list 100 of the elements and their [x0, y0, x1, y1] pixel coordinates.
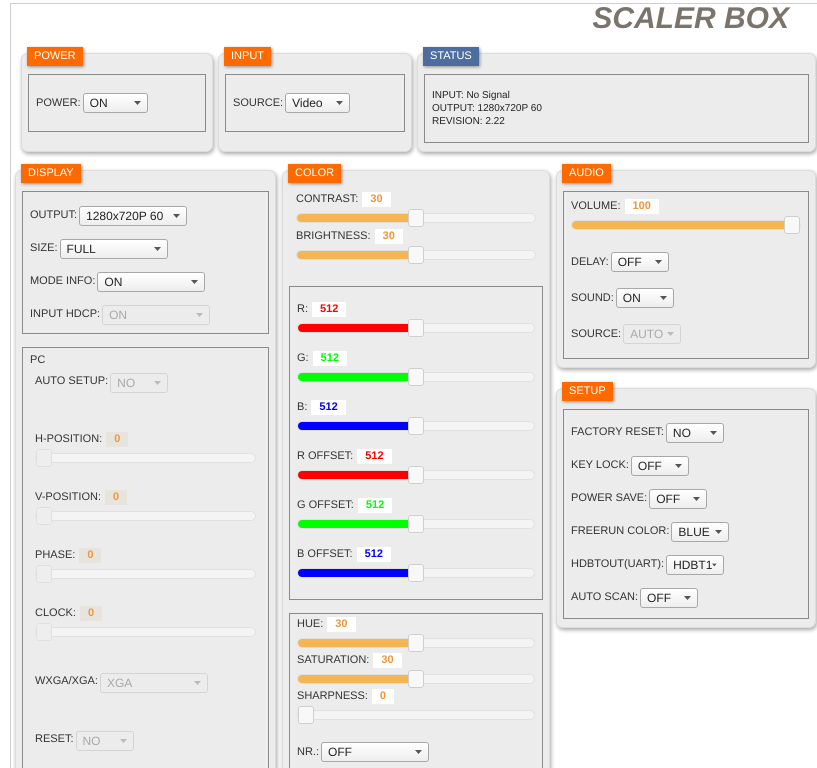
caret-icon	[693, 496, 700, 500]
caret-icon	[191, 280, 198, 284]
slider-thumb[interactable]	[408, 634, 424, 652]
field-label: B OFFSET:	[297, 547, 353, 562]
field-label: V-POSITION:	[35, 490, 102, 505]
value-display: 0	[106, 432, 128, 446]
slider-thumb[interactable]	[784, 216, 800, 234]
value-display: 30	[373, 653, 402, 668]
field-label: CONTRAST:	[296, 192, 358, 208]
field-label: SIZE:	[30, 241, 58, 256]
slider-thumb[interactable]	[408, 209, 424, 227]
field-label: SATURATION:	[297, 653, 370, 668]
field-label: KEY LOCK:	[571, 458, 629, 474]
field-label: R OFFSET:	[297, 449, 354, 464]
dropdown[interactable]: BLUE	[671, 522, 730, 542]
field-label: G OFFSET:	[297, 498, 354, 514]
field-label: BRIGHTNESS:	[296, 229, 371, 244]
field-label: AUTO SETUP:	[35, 374, 108, 388]
slider-thumb[interactable]	[408, 564, 424, 582]
caret-icon	[154, 380, 162, 384]
slider-thumb[interactable]	[408, 319, 424, 337]
value-display: 0	[372, 689, 394, 704]
field-label: H-POSITION:	[35, 432, 102, 447]
group-title: PC	[30, 353, 46, 368]
field-label: WXGA/XGA:	[35, 674, 98, 688]
field-label: FREERUN COLOR:	[571, 524, 670, 540]
dropdown[interactable]: NO	[666, 422, 724, 442]
dropdown[interactable]: Video	[285, 93, 350, 113]
slider-thumb[interactable]	[298, 706, 314, 724]
caret-icon	[194, 680, 201, 684]
field-label: SOUND:	[571, 290, 614, 306]
field-label: INPUT HDCP:	[30, 307, 100, 322]
dropdown[interactable]: ON	[82, 93, 148, 113]
field-label: SOURCE:	[571, 326, 622, 342]
value-display: 0	[80, 606, 102, 620]
value-display: 30	[327, 617, 356, 632]
dropdown[interactable]: OFF	[640, 588, 698, 608]
field-label: SOURCE:	[233, 96, 284, 111]
dropdown[interactable]: 1280x720P 60	[79, 206, 188, 226]
field-label: NR.:	[297, 744, 319, 760]
value-display: 100	[624, 199, 659, 214]
value-display: 512	[312, 302, 346, 317]
caret-icon	[336, 101, 344, 105]
field-label: VOLUME:	[571, 199, 621, 214]
slider-thumb[interactable]	[408, 515, 424, 533]
caret-icon	[710, 430, 717, 434]
field-label: R:	[297, 302, 308, 318]
caret-icon	[654, 260, 662, 264]
slider-thumb[interactable]	[408, 466, 424, 484]
caret-icon	[715, 530, 722, 534]
field-label: B:	[297, 400, 308, 416]
dropdown[interactable]: OFF	[321, 742, 429, 762]
status-line: OUTPUT: 1280x720P 60	[432, 102, 543, 115]
value-display: 512	[358, 498, 392, 513]
value-display: 0	[105, 490, 128, 504]
value-display: 30	[362, 192, 391, 207]
caret-icon	[196, 312, 204, 316]
value-display: 30	[374, 229, 403, 244]
caret-icon	[120, 738, 127, 742]
caret-icon	[712, 562, 718, 566]
field-label: PHASE:	[35, 548, 76, 563]
dropdown[interactable]: OFF	[610, 252, 669, 272]
field-label: HDBTOUT(UART):	[571, 557, 664, 572]
field-label: OUTPUT:	[30, 208, 78, 224]
caret-icon	[173, 214, 180, 218]
value-display: 0	[79, 548, 102, 562]
field-label: DELAY:	[571, 254, 609, 270]
caret-icon	[674, 464, 682, 468]
field-label: SHARPNESS:	[297, 689, 368, 704]
field-label: AUTO SCAN:	[571, 590, 638, 606]
value-display: 512	[357, 449, 392, 464]
status-line: INPUT: No Signal	[432, 89, 511, 102]
dropdown[interactable]: HDBT1	[666, 554, 724, 574]
field-label: POWER SAVE:	[571, 491, 648, 506]
field-label: MODE INFO:	[30, 274, 96, 290]
slider-thumb[interactable]	[408, 368, 424, 386]
dropdown[interactable]: FULL	[60, 238, 168, 258]
caret-icon	[667, 332, 674, 336]
caret-icon	[684, 596, 692, 600]
dropdown[interactable]: OFF	[630, 456, 689, 476]
value-display: 512	[356, 547, 391, 562]
slider-thumb[interactable]	[408, 246, 424, 264]
value-display: 512	[311, 400, 346, 415]
dropdown[interactable]: ON	[97, 272, 206, 292]
caret-icon	[154, 246, 161, 250]
page-title: SCALER BOX	[592, 4, 789, 34]
caret-icon	[415, 750, 422, 754]
field-label: POWER:	[36, 96, 81, 111]
caret-icon	[134, 101, 141, 105]
dropdown[interactable]: ON	[616, 288, 674, 308]
caret-icon	[660, 296, 667, 300]
value-display: 512	[312, 351, 347, 366]
field-label: FACTORY RESET:	[571, 425, 664, 440]
dropdown[interactable]: OFF	[649, 488, 708, 508]
status-line: REVISION: 2.22	[432, 115, 506, 128]
slider-thumb[interactable]	[408, 670, 424, 688]
field-label: G:	[297, 351, 309, 366]
field-label: RESET:	[35, 732, 74, 746]
slider-thumb[interactable]	[408, 417, 424, 435]
field-label: CLOCK:	[35, 606, 76, 621]
